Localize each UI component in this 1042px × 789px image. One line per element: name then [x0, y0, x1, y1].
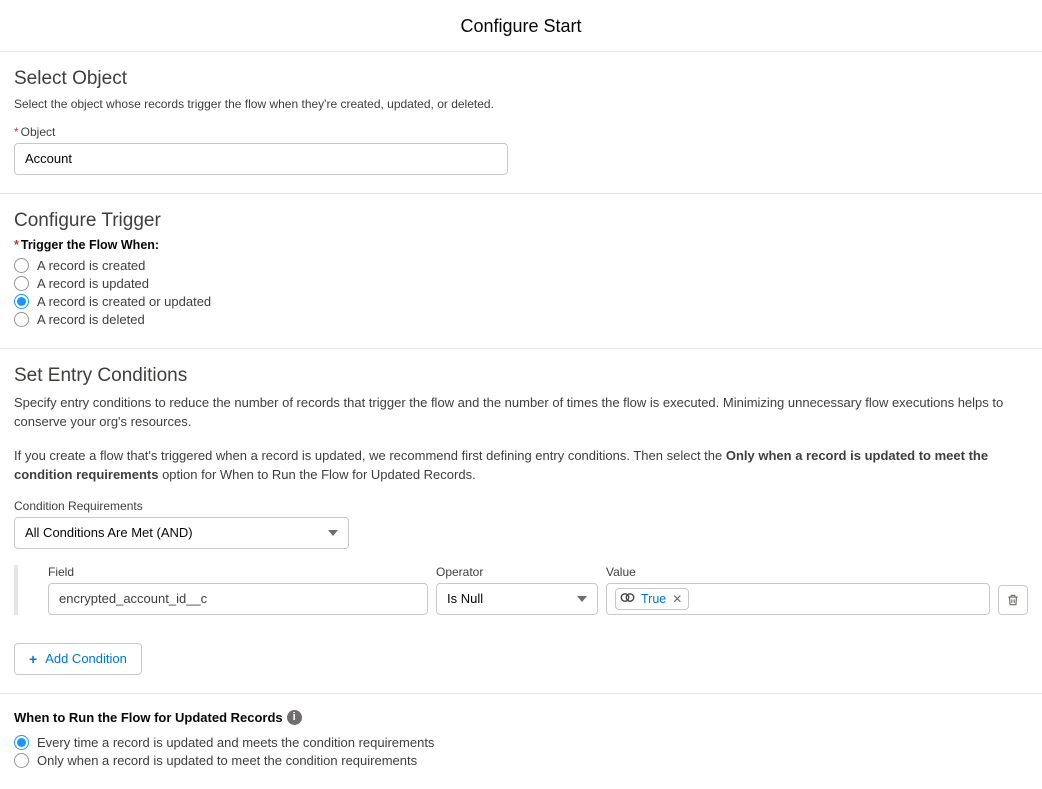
trigger-option-updated[interactable]: A record is updated — [14, 276, 1028, 291]
trigger-option-label: A record is updated — [37, 276, 149, 291]
entry-conditions-heading: Set Entry Conditions — [14, 365, 1028, 387]
radio-icon — [14, 753, 29, 768]
condition-value-label: Value — [606, 565, 990, 579]
radio-icon — [14, 294, 29, 309]
global-constant-icon — [620, 590, 635, 608]
plus-icon: + — [29, 651, 37, 667]
when-run-option-only-when[interactable]: Only when a record is updated to meet th… — [14, 753, 1028, 768]
info-icon[interactable]: i — [287, 710, 302, 725]
trigger-option-created-or-updated[interactable]: A record is created or updated — [14, 294, 1028, 309]
select-object-section: Select Object Select the object whose re… — [0, 51, 1042, 193]
condition-requirements-value: All Conditions Are Met (AND) — [25, 525, 193, 540]
trigger-option-created[interactable]: A record is created — [14, 258, 1028, 273]
trash-icon — [1006, 593, 1020, 607]
condition-row: Field Operator Is Null Value True — [48, 565, 1028, 615]
entry-conditions-desc2: If you create a flow that's triggered wh… — [14, 446, 1028, 485]
page-title: Configure Start — [0, 0, 1042, 51]
object-label: *Object — [14, 125, 1028, 139]
condition-requirements-label: Condition Requirements — [14, 499, 1028, 513]
add-condition-label: Add Condition — [45, 651, 127, 666]
add-condition-button[interactable]: + Add Condition — [14, 643, 142, 675]
object-input[interactable] — [14, 143, 508, 175]
trigger-option-label: A record is deleted — [37, 312, 145, 327]
chevron-down-icon — [328, 530, 338, 536]
when-run-option-label: Only when a record is updated to meet th… — [37, 753, 417, 768]
entry-conditions-section: Set Entry Conditions Specify entry condi… — [0, 348, 1042, 693]
condition-field-label: Field — [48, 565, 428, 579]
when-to-run-section: When to Run the Flow for Updated Records… — [0, 693, 1042, 789]
condition-requirements-select[interactable]: All Conditions Are Met (AND) — [14, 517, 349, 549]
trigger-option-label: A record is created or updated — [37, 294, 211, 309]
trigger-option-label: A record is created — [37, 258, 145, 273]
select-object-heading: Select Object — [14, 68, 1028, 90]
close-icon[interactable]: ✕ — [672, 592, 682, 606]
condition-field-input[interactable] — [48, 583, 428, 615]
trigger-when-label: *Trigger the Flow When: — [14, 238, 1028, 252]
radio-icon — [14, 735, 29, 750]
select-object-description: Select the object whose records trigger … — [14, 96, 1028, 113]
radio-icon — [14, 312, 29, 327]
condition-operator-value: Is Null — [447, 591, 483, 606]
when-run-option-every-time[interactable]: Every time a record is updated and meets… — [14, 735, 1028, 750]
condition-operator-select[interactable]: Is Null — [436, 583, 598, 615]
radio-icon — [14, 276, 29, 291]
when-run-option-label: Every time a record is updated and meets… — [37, 735, 434, 750]
trigger-option-deleted[interactable]: A record is deleted — [14, 312, 1028, 327]
radio-icon — [14, 258, 29, 273]
value-pill-text: True — [641, 592, 666, 606]
condition-value-input[interactable]: True ✕ — [606, 583, 990, 615]
configure-trigger-heading: Configure Trigger — [14, 210, 1028, 232]
chevron-down-icon — [577, 596, 587, 602]
value-pill: True ✕ — [615, 588, 689, 610]
when-to-run-label: When to Run the Flow for Updated Records… — [14, 710, 1028, 725]
condition-row-container: Field Operator Is Null Value True — [14, 565, 1028, 615]
entry-conditions-desc1: Specify entry conditions to reduce the n… — [14, 393, 1028, 432]
delete-condition-button[interactable] — [998, 585, 1028, 615]
condition-operator-label: Operator — [436, 565, 598, 579]
configure-trigger-section: Configure Trigger *Trigger the Flow When… — [0, 193, 1042, 348]
